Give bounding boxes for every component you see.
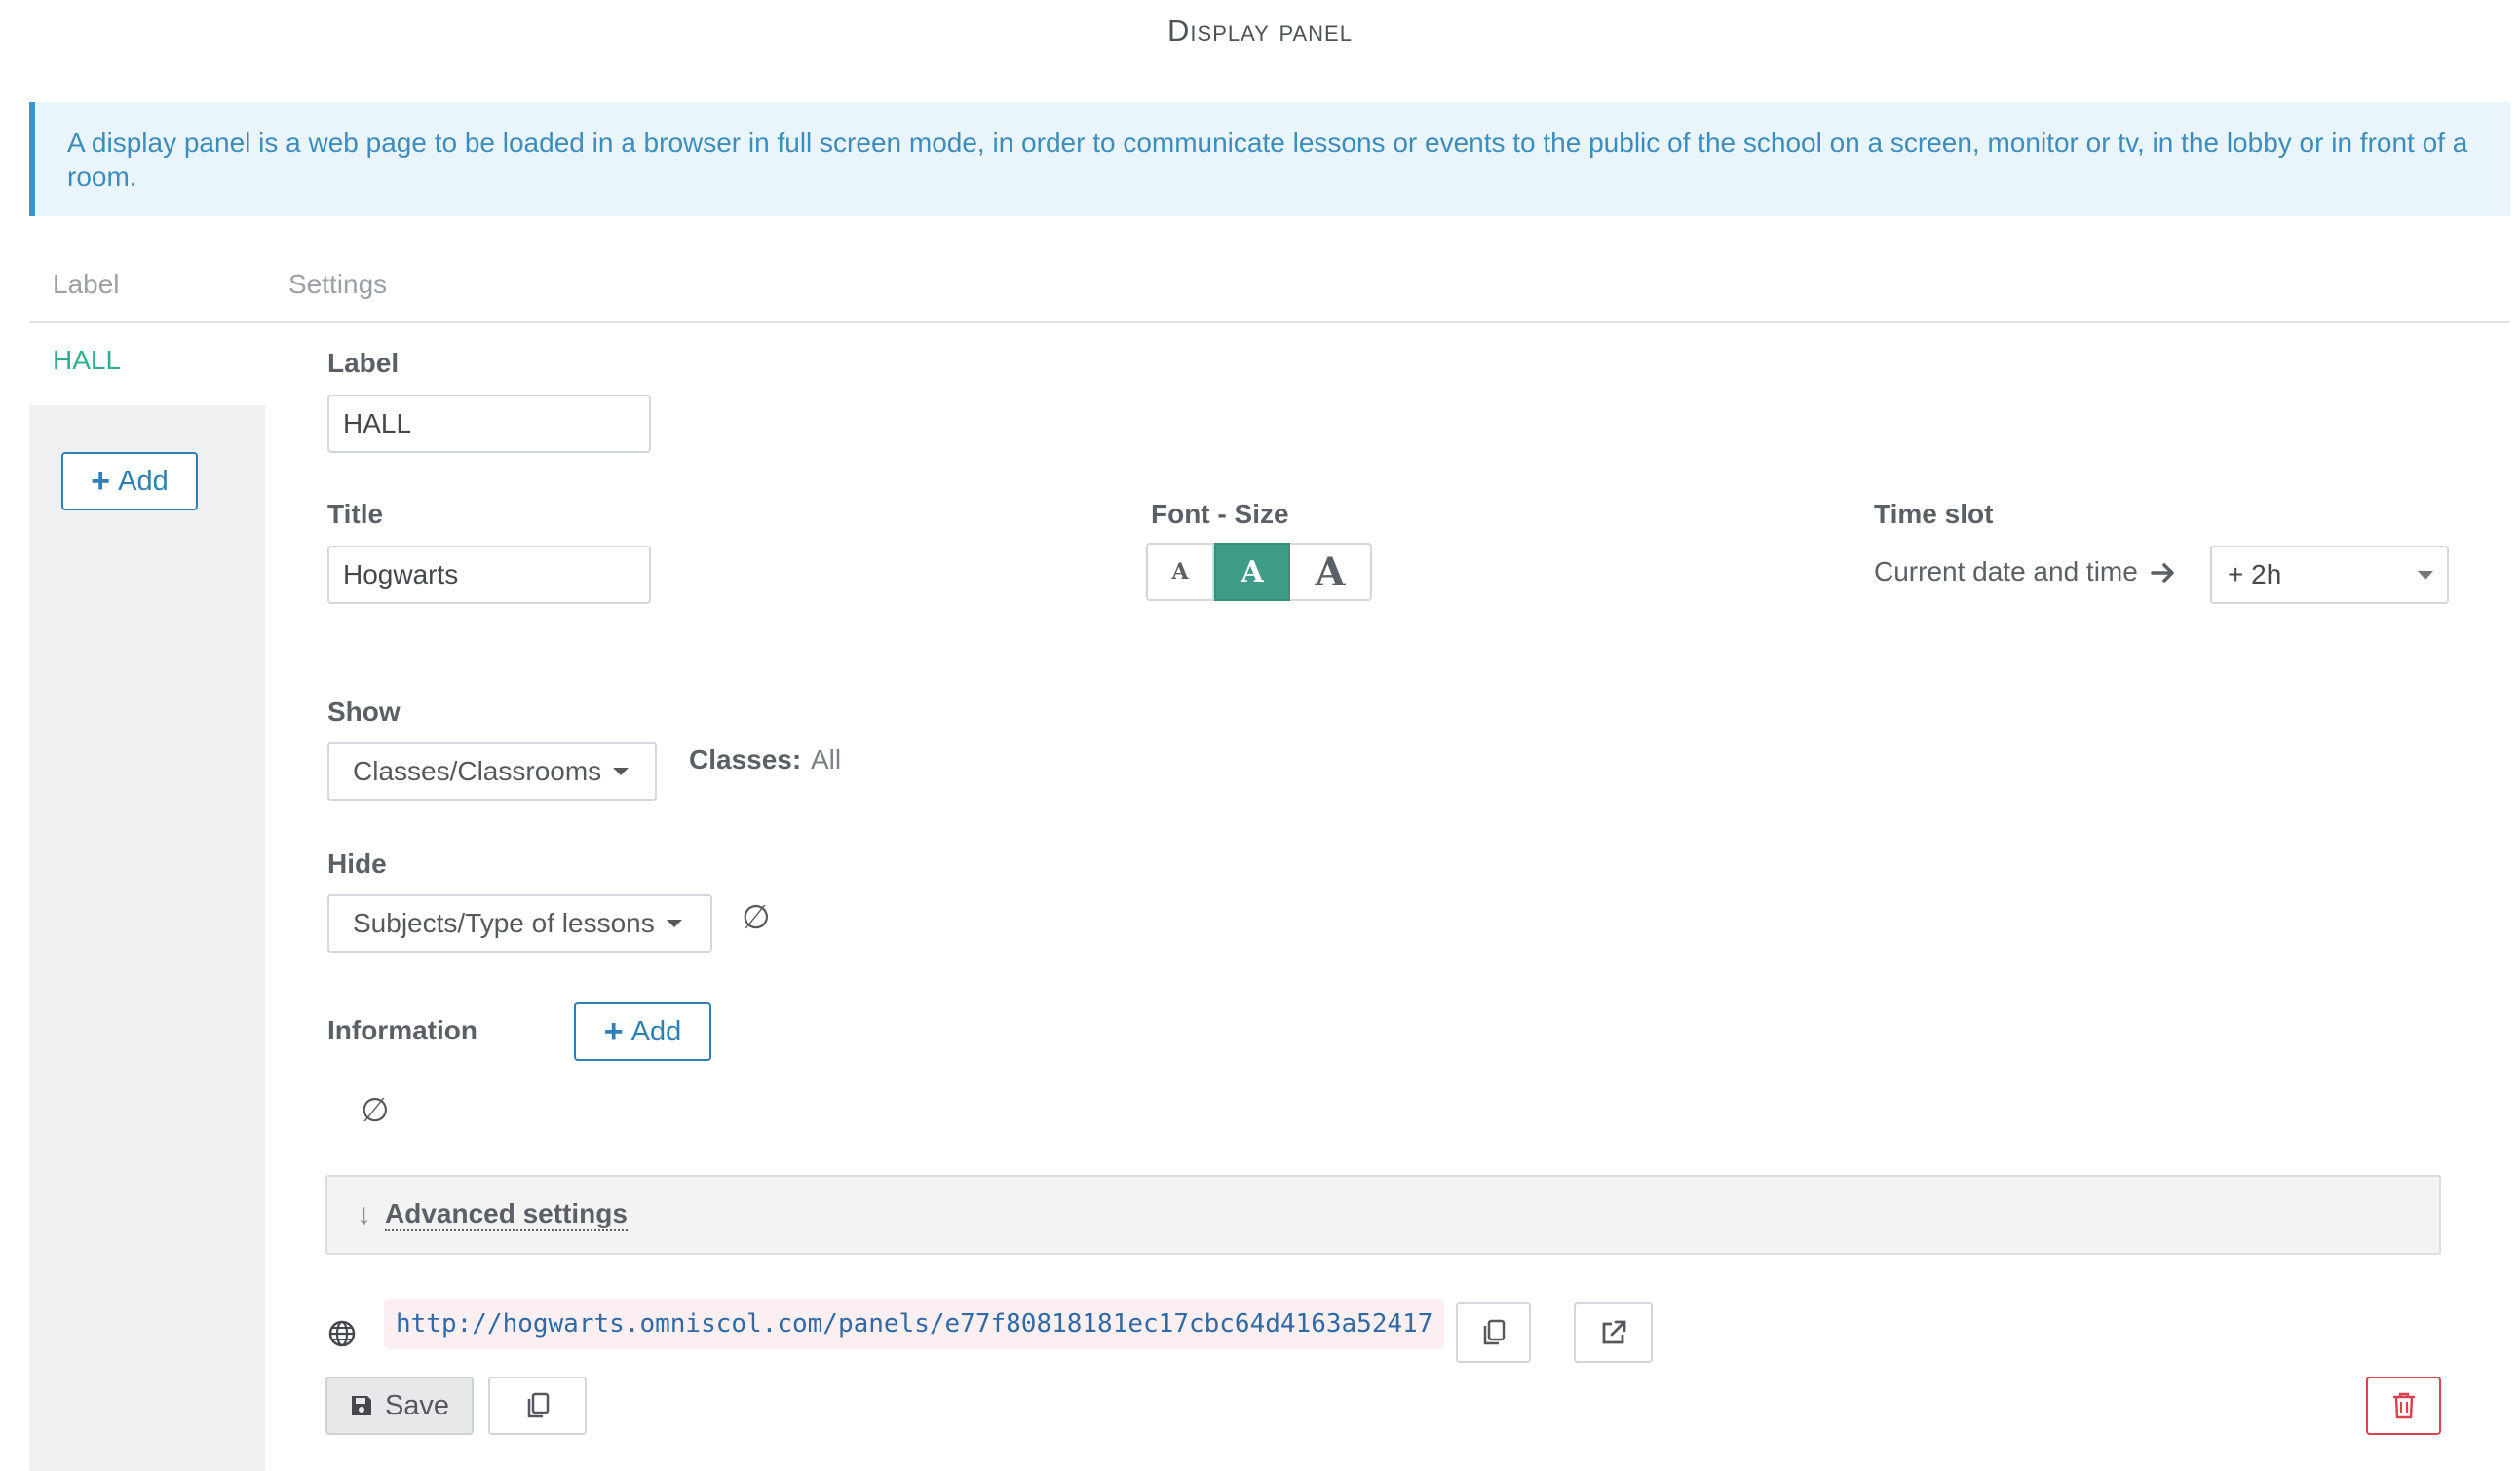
page-title: Display panel xyxy=(1167,14,1353,48)
show-title: Show xyxy=(327,697,401,727)
time-slot-title: Time slot xyxy=(1874,499,1994,529)
header-settings: Settings xyxy=(288,269,388,299)
external-link-icon xyxy=(1602,1320,1625,1344)
open-url-button[interactable] xyxy=(1574,1302,1653,1363)
advanced-settings-toggle[interactable]: ↓ Advanced settings xyxy=(325,1175,2441,1255)
plus-icon: + xyxy=(603,1013,624,1050)
time-slot-text: Current date and time xyxy=(1874,556,2138,586)
save-button[interactable]: Save xyxy=(325,1377,474,1435)
font-size-medium-button[interactable]: A xyxy=(1214,543,1290,601)
classes-value: All xyxy=(811,744,842,774)
title-input-value: Hogwarts xyxy=(343,559,459,589)
caret-down-icon xyxy=(666,920,682,927)
add-panel-label: Add xyxy=(118,465,169,497)
classes-label: Classes: xyxy=(689,744,802,774)
time-slot-select[interactable]: + 2h xyxy=(2210,546,2449,604)
show-dropdown[interactable]: Classes/Classrooms xyxy=(327,742,657,801)
copy-url-button[interactable] xyxy=(1456,1302,1531,1363)
label-input-value: HALL xyxy=(343,408,412,438)
plus-icon: + xyxy=(91,463,111,500)
sidebar-item-hall[interactable]: HALL xyxy=(29,323,265,405)
add-information-button[interactable]: + Add xyxy=(574,1002,711,1061)
label-input[interactable]: HALL xyxy=(327,395,651,453)
add-information-label: Add xyxy=(630,1015,682,1047)
advanced-settings-label: Advanced settings xyxy=(385,1198,628,1231)
add-panel-button[interactable]: + Add xyxy=(61,452,198,510)
sidebar-body xyxy=(29,405,265,1471)
font-size-group: A A A xyxy=(1146,543,1372,601)
font-size-large-button[interactable]: A xyxy=(1290,543,1372,601)
caret-down-icon xyxy=(613,768,630,775)
sidebar-item-label: HALL xyxy=(53,345,122,375)
information-title: Information xyxy=(327,1015,477,1045)
arrow-right-icon xyxy=(2151,563,2174,583)
title-field-title: Title xyxy=(327,499,384,529)
column-headers: Label Settings xyxy=(29,261,2510,323)
chevron-down-icon xyxy=(2418,571,2433,580)
duplicate-button[interactable] xyxy=(488,1377,587,1435)
label-field-title: Label xyxy=(327,348,400,378)
arrow-down-icon: ↓ xyxy=(357,1198,371,1230)
copy-icon xyxy=(1483,1319,1505,1345)
globe-icon xyxy=(328,1320,356,1347)
sidebar: HALL + Add xyxy=(29,323,265,1471)
title-input[interactable]: Hogwarts xyxy=(327,546,651,604)
hide-dropdown[interactable]: Subjects/Type of lessons xyxy=(327,894,712,953)
hide-empty-icon: ∅ xyxy=(742,899,771,936)
hide-dropdown-value: Subjects/Type of lessons xyxy=(353,908,655,938)
copy-icon xyxy=(527,1392,549,1418)
font-size-small-button[interactable]: A xyxy=(1146,543,1214,601)
floppy-disk-icon xyxy=(351,1396,371,1415)
header-label: Label xyxy=(53,269,120,299)
time-slot-value: + 2h xyxy=(2228,559,2282,589)
font-size-title: Font - Size xyxy=(1151,499,1289,529)
save-label: Save xyxy=(384,1389,450,1421)
panel-url[interactable]: http://hogwarts.omniscol.com/panels/e77f… xyxy=(384,1299,1445,1349)
hide-title: Hide xyxy=(327,849,387,879)
info-banner: A display panel is a web page to be load… xyxy=(29,102,2510,216)
trash-icon xyxy=(2392,1392,2415,1419)
show-dropdown-value: Classes/Classrooms xyxy=(353,756,602,786)
information-empty-icon: ∅ xyxy=(361,1092,390,1129)
delete-button[interactable] xyxy=(2366,1377,2441,1435)
